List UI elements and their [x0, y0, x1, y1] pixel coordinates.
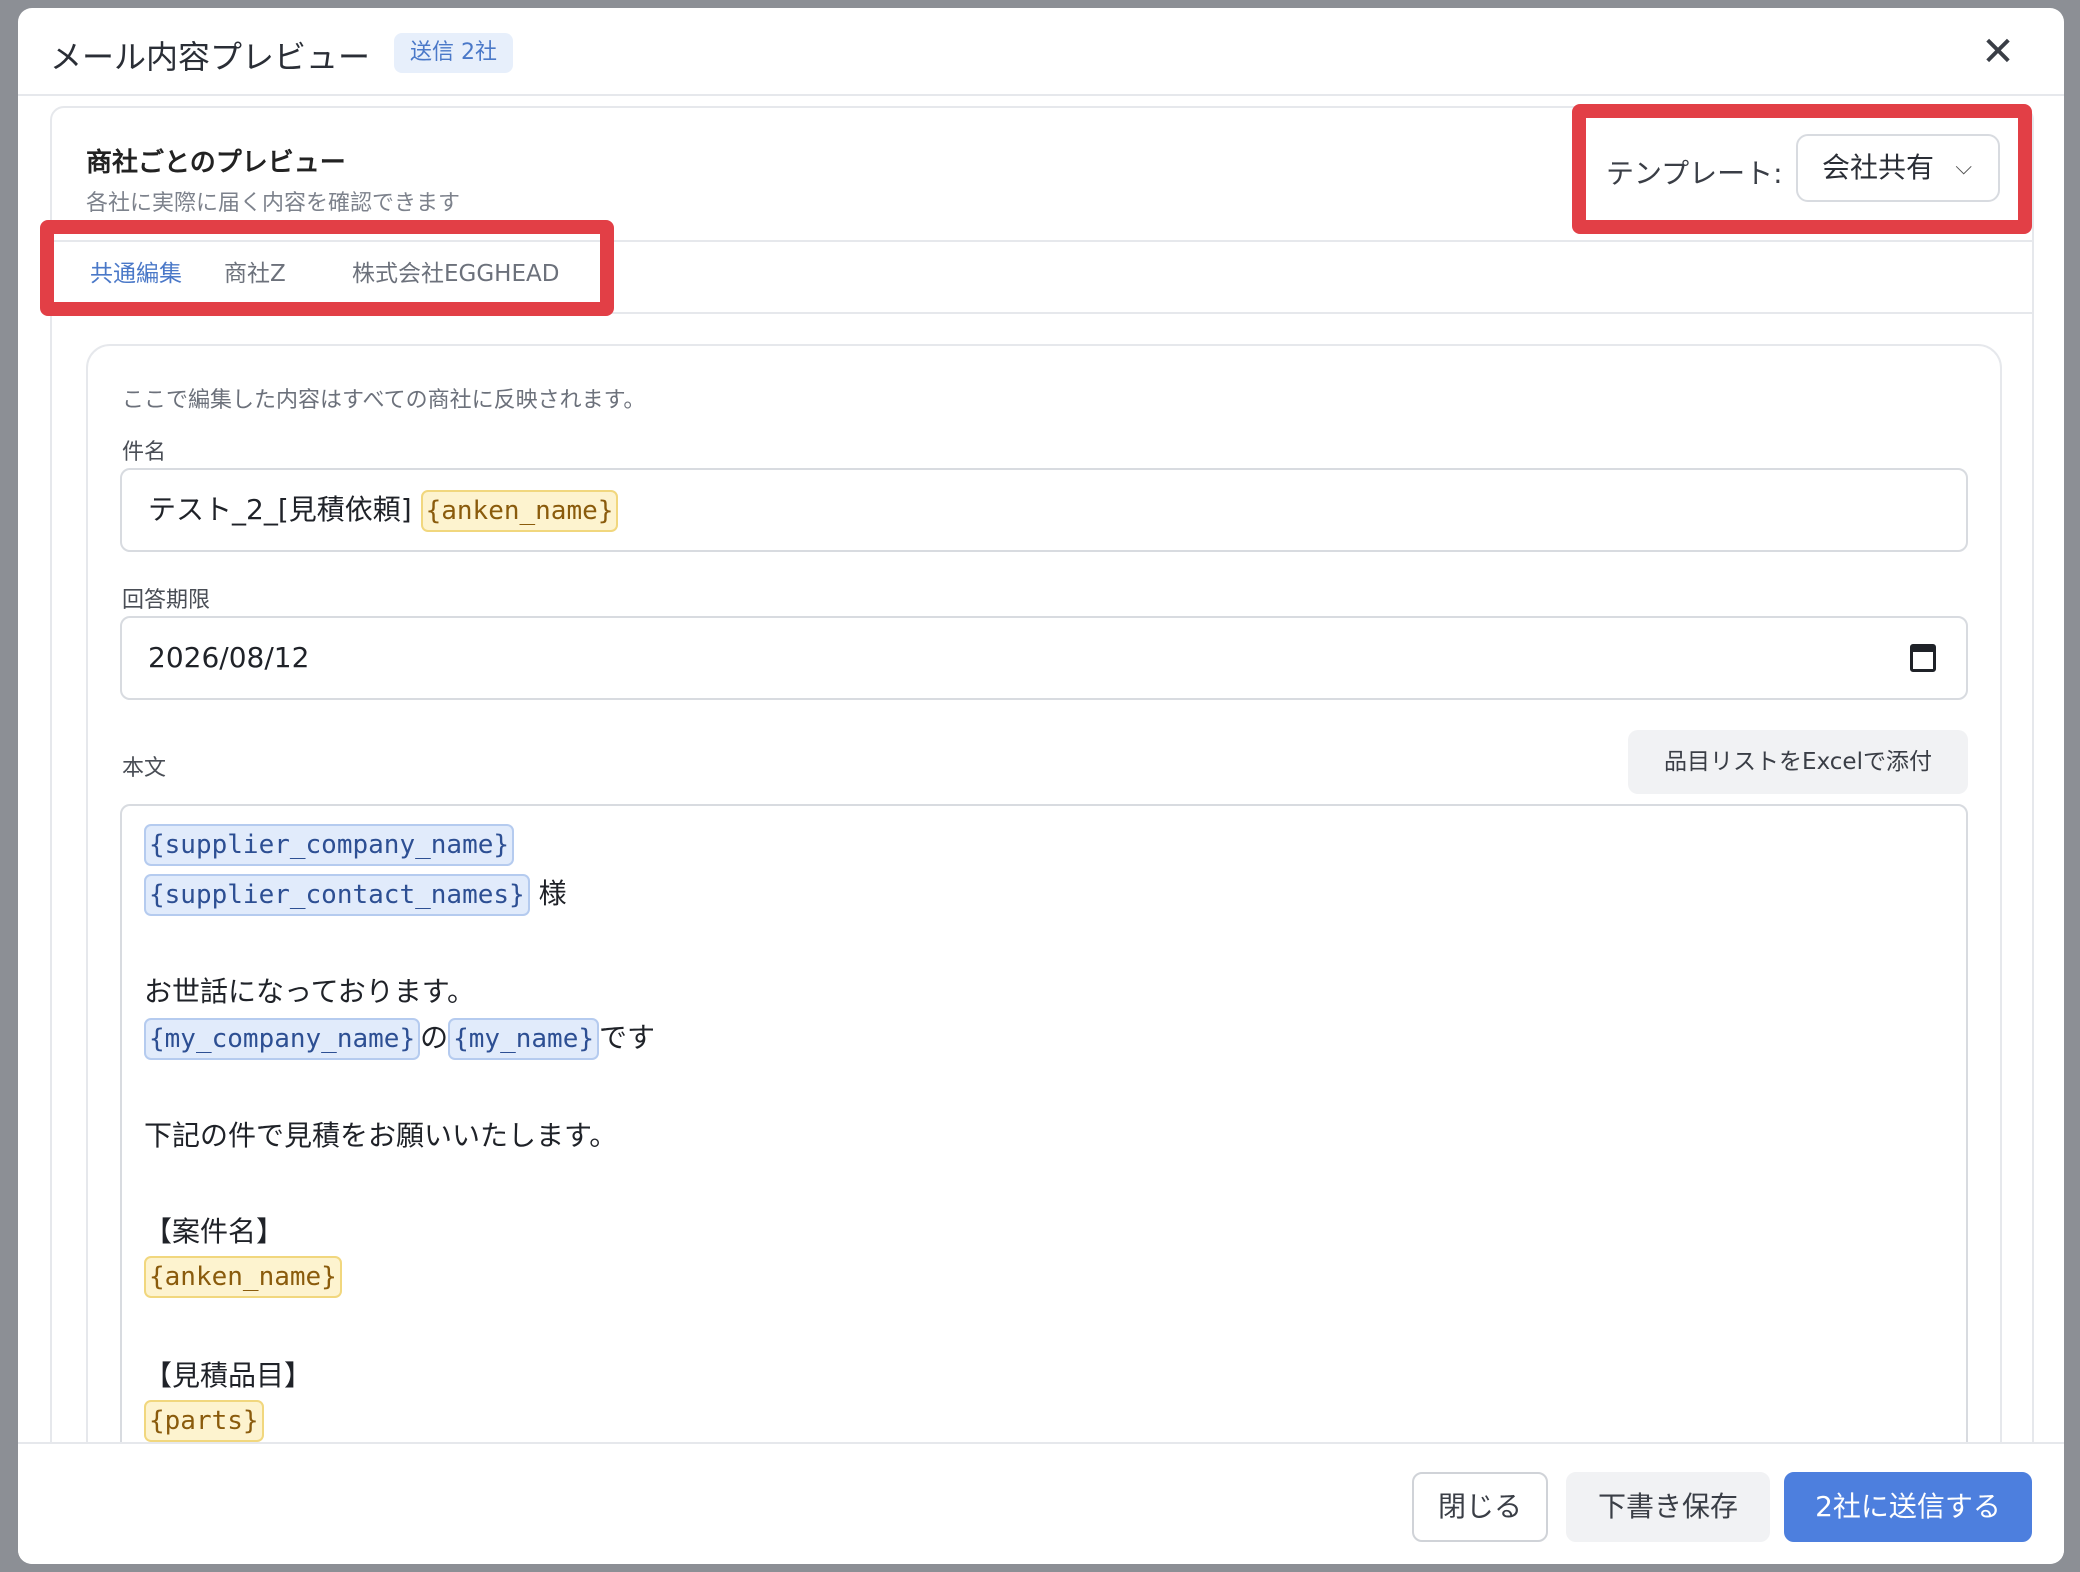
body-line: お世話になっております。	[144, 975, 475, 1008]
editor-hint: ここで編集した内容はすべての商社に反映されます。	[122, 388, 646, 413]
body-text: です	[599, 1021, 656, 1054]
send-count-badge: 送信 2社	[394, 33, 513, 73]
modal-header: メール内容プレビュー 送信 2社 ✕	[18, 8, 2064, 96]
body-line: {supplier_company_name}	[144, 824, 515, 866]
send-button[interactable]: 2社に送信する	[1784, 1472, 2032, 1542]
token-my-company: {my_company_name}	[144, 1018, 421, 1060]
token-supplier-contacts: {supplier_contact_names}	[144, 874, 530, 916]
calendar-icon[interactable]	[1910, 644, 1936, 672]
token-anken: {anken_name}	[144, 1256, 342, 1298]
subject-text: テスト_2_[見積依頼]	[148, 493, 412, 526]
annotation-highlight-tabs	[40, 220, 614, 316]
save-draft-button[interactable]: 下書き保存	[1566, 1472, 1770, 1542]
body-line: {anken_name}	[144, 1256, 342, 1298]
editor-card: ここで編集した内容はすべての商社に反映されます。 件名 テスト_2_[見積依頼]…	[86, 344, 2002, 1564]
token-supplier-company: {supplier_company_name}	[144, 824, 515, 866]
subject-token-anken: {anken_name}	[420, 490, 619, 532]
panel-title: 商社ごとのプレビュー	[86, 148, 346, 178]
modal-footer: 閉じる 下書き保存 2社に送信する	[18, 1442, 2064, 1564]
panel-subtitle: 各社に実際に届く内容を確認できます	[86, 191, 461, 216]
token-my-name: {my_name}	[448, 1018, 600, 1060]
token-parts: {parts}	[144, 1400, 264, 1442]
body-line: {supplier_contact_names} 様	[144, 872, 567, 916]
subject-label: 件名	[122, 440, 167, 465]
modal-title: メール内容プレビュー	[50, 38, 371, 76]
close-icon[interactable]: ✕	[1974, 28, 2022, 76]
body-line: {my_company_name} の {my_name} です	[144, 1016, 655, 1060]
attach-excel-button[interactable]: 品目リストをExcelで添付	[1628, 730, 1968, 794]
body-line: 【見積品目】	[144, 1359, 313, 1392]
body-line: 【案件名】	[144, 1215, 285, 1248]
deadline-date-input[interactable]: 2026/08/12	[120, 616, 1968, 700]
body-label: 本文	[122, 756, 167, 781]
body-text: の	[420, 1021, 449, 1054]
deadline-value: 2026/08/12	[148, 641, 310, 674]
close-button[interactable]: 閉じる	[1412, 1472, 1548, 1542]
body-line: {parts}	[144, 1400, 264, 1442]
body-line: 下記の件で見積をお願いいたします。	[144, 1119, 618, 1152]
deadline-label: 回答期限	[122, 588, 211, 613]
annotation-highlight-template	[1572, 104, 2032, 234]
body-text: 様	[538, 877, 567, 910]
subject-input[interactable]: テスト_2_[見積依頼] {anken_name}	[120, 468, 1968, 552]
